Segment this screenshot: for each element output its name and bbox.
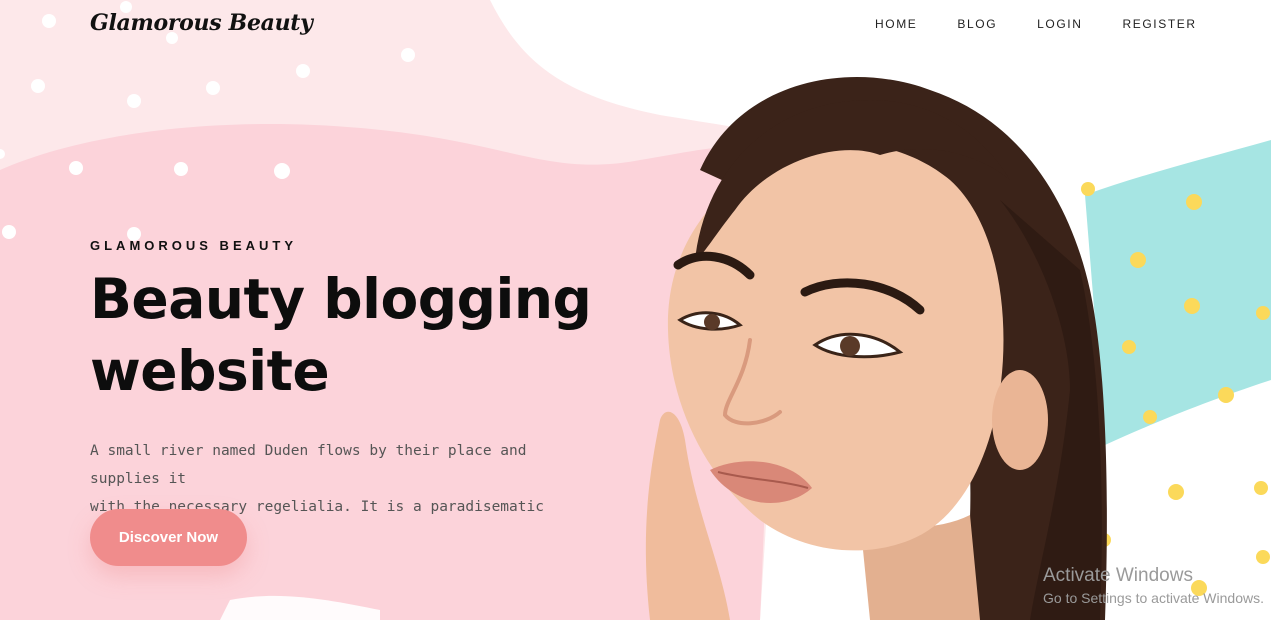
hero-section: GLAMOROUS BEAUTY Beauty blogging website… [90, 238, 610, 549]
main-navigation: HOME BLOG LOGIN REGISTER [875, 17, 1197, 31]
nav-login[interactable]: LOGIN [1037, 17, 1082, 31]
watermark-subtitle: Go to Settings to activate Windows. [1043, 590, 1264, 606]
hero-headline: Beauty blogging website [90, 263, 610, 407]
woman-portrait-image [645, 77, 1107, 620]
nav-blog[interactable]: BLOG [957, 17, 997, 31]
watermark-title: Activate Windows [1043, 565, 1193, 586]
headline-line-1: Beauty blogging [90, 267, 592, 331]
site-logo[interactable]: Glamorous Beauty [90, 10, 313, 36]
hero-eyebrow: GLAMOROUS BEAUTY [90, 238, 297, 253]
windows-activation-watermark: Activate Windows Go to Settings to activ… [1043, 565, 1264, 606]
headline-line-2: website [90, 339, 330, 403]
nav-home[interactable]: HOME [875, 17, 917, 31]
nav-register[interactable]: REGISTER [1123, 17, 1197, 31]
description-line-1: A small river named Duden flows by their… [90, 443, 527, 487]
discover-now-button[interactable]: Discover Now [90, 509, 247, 566]
ear [992, 370, 1048, 470]
